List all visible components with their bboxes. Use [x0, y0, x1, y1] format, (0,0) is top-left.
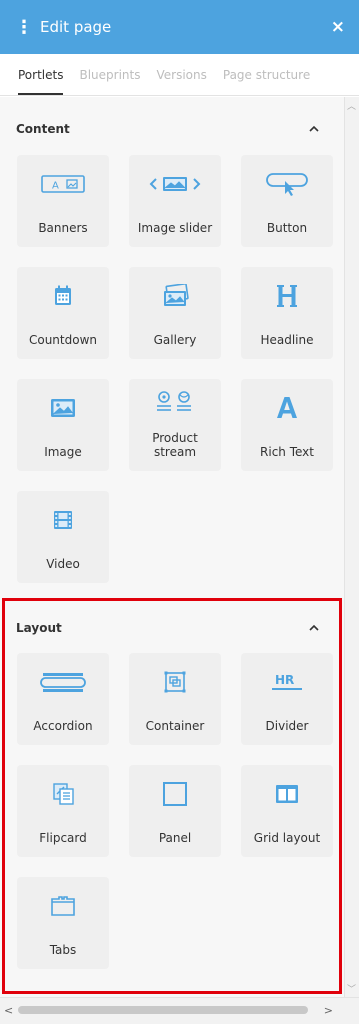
- portlet-label: Image: [44, 445, 82, 459]
- tab-versions[interactable]: Versions: [156, 68, 206, 82]
- section-title: Content: [16, 122, 70, 136]
- portlet-accordion[interactable]: Accordion: [17, 653, 109, 745]
- portlet-container[interactable]: Container: [129, 653, 221, 745]
- portlet-label: Rich Text: [260, 445, 314, 459]
- portlet-label: Gallery: [153, 333, 197, 347]
- portlet-panel[interactable]: Panel: [129, 765, 221, 857]
- layout-grid: Accordion Container HR Divider Flipcard …: [17, 653, 333, 969]
- portlet-image-slider[interactable]: Image slider: [129, 155, 221, 247]
- portlet-gallery[interactable]: Gallery: [129, 267, 221, 359]
- drag-handle-icon[interactable]: ⋮: [14, 17, 34, 38]
- svg-text:A: A: [52, 181, 59, 192]
- chevron-up-icon[interactable]: [308, 123, 320, 135]
- film-icon: [54, 511, 72, 529]
- tab-portlets[interactable]: Portlets: [18, 68, 64, 95]
- portlet-label: Container: [145, 719, 205, 733]
- scroll-right-icon[interactable]: >: [324, 1004, 333, 1017]
- portlet-label: Product stream: [152, 431, 198, 459]
- portlet-countdown[interactable]: Countdown: [17, 267, 109, 359]
- button-icon: [266, 173, 308, 196]
- portlet-label: Flipcard: [39, 831, 87, 845]
- image-slider-icon: [149, 177, 201, 191]
- tab-blueprints[interactable]: Blueprints: [79, 68, 140, 82]
- divider-icon: HR: [272, 673, 302, 690]
- portlet-flipcard[interactable]: Flipcard: [17, 765, 109, 857]
- portlet-image[interactable]: Image: [17, 379, 109, 471]
- portlet-banners[interactable]: A Banners: [17, 155, 109, 247]
- layout-section-header[interactable]: Layout: [16, 618, 320, 638]
- accordion-icon: [40, 673, 86, 692]
- grid-layout-icon: [276, 785, 298, 803]
- portlet-product-stream[interactable]: Product stream: [129, 379, 221, 471]
- headline-icon: [277, 285, 297, 307]
- portlet-label: Accordion: [33, 719, 93, 733]
- scroll-up-icon[interactable]: ︿: [347, 99, 356, 112]
- close-icon[interactable]: ×: [331, 17, 345, 37]
- rich-text-icon: [277, 397, 297, 418]
- product-stream-icon: [157, 391, 191, 411]
- portlet-label: Button: [266, 221, 308, 235]
- panel-icon: [163, 782, 187, 806]
- tab-page-structure[interactable]: Page structure: [223, 68, 310, 82]
- content-grid: A Banners Image slider Button Countdown …: [17, 155, 333, 583]
- portlet-label: Headline: [260, 333, 314, 347]
- vertical-scrollbar[interactable]: ︿ ﹀: [344, 97, 359, 997]
- panel-title: Edit page: [40, 18, 112, 36]
- portlet-headline[interactable]: Headline: [241, 267, 333, 359]
- divider-icon-text: HR: [275, 673, 294, 687]
- portlet-label: Grid layout: [253, 831, 321, 845]
- chevron-up-icon[interactable]: [308, 622, 320, 634]
- gallery-icon: [164, 284, 189, 306]
- portlet-tabs[interactable]: Tabs: [17, 877, 109, 969]
- portlet-label: Image slider: [137, 221, 213, 235]
- portlet-label: Banners: [38, 221, 88, 235]
- tabs-icon: [51, 896, 75, 916]
- flipcard-icon: [53, 783, 74, 805]
- scroll-down-icon[interactable]: ﹀: [347, 982, 356, 995]
- portlet-video[interactable]: Video: [17, 491, 109, 583]
- portlet-label: Video: [46, 557, 80, 571]
- portlet-label: Countdown: [28, 333, 97, 347]
- edit-page-header: ⋮ Edit page ×: [0, 0, 359, 54]
- scroll-left-icon[interactable]: <: [4, 1004, 13, 1017]
- portlet-grid-layout[interactable]: Grid layout: [241, 765, 333, 857]
- container-icon: [164, 671, 186, 693]
- image-icon: [51, 399, 75, 417]
- portlet-label: Divider: [265, 719, 309, 733]
- portlet-rich-text[interactable]: Rich Text: [241, 379, 333, 471]
- portlet-button[interactable]: Button: [241, 155, 333, 247]
- content-section-header[interactable]: Content: [16, 119, 320, 139]
- horizontal-scrollbar[interactable]: < >: [0, 997, 359, 1024]
- section-title: Layout: [16, 621, 62, 635]
- portlet-list: Content A Banners Image slider Button Co…: [0, 97, 344, 997]
- portlet-label: Panel: [158, 831, 192, 845]
- tab-bar: Portlets Blueprints Versions Page struct…: [0, 54, 359, 96]
- portlet-divider[interactable]: HR Divider: [241, 653, 333, 745]
- banner-icon: A: [41, 175, 85, 193]
- scrollbar-thumb[interactable]: [18, 1006, 308, 1014]
- portlet-label: Tabs: [49, 943, 77, 957]
- calendar-icon: [55, 285, 71, 305]
